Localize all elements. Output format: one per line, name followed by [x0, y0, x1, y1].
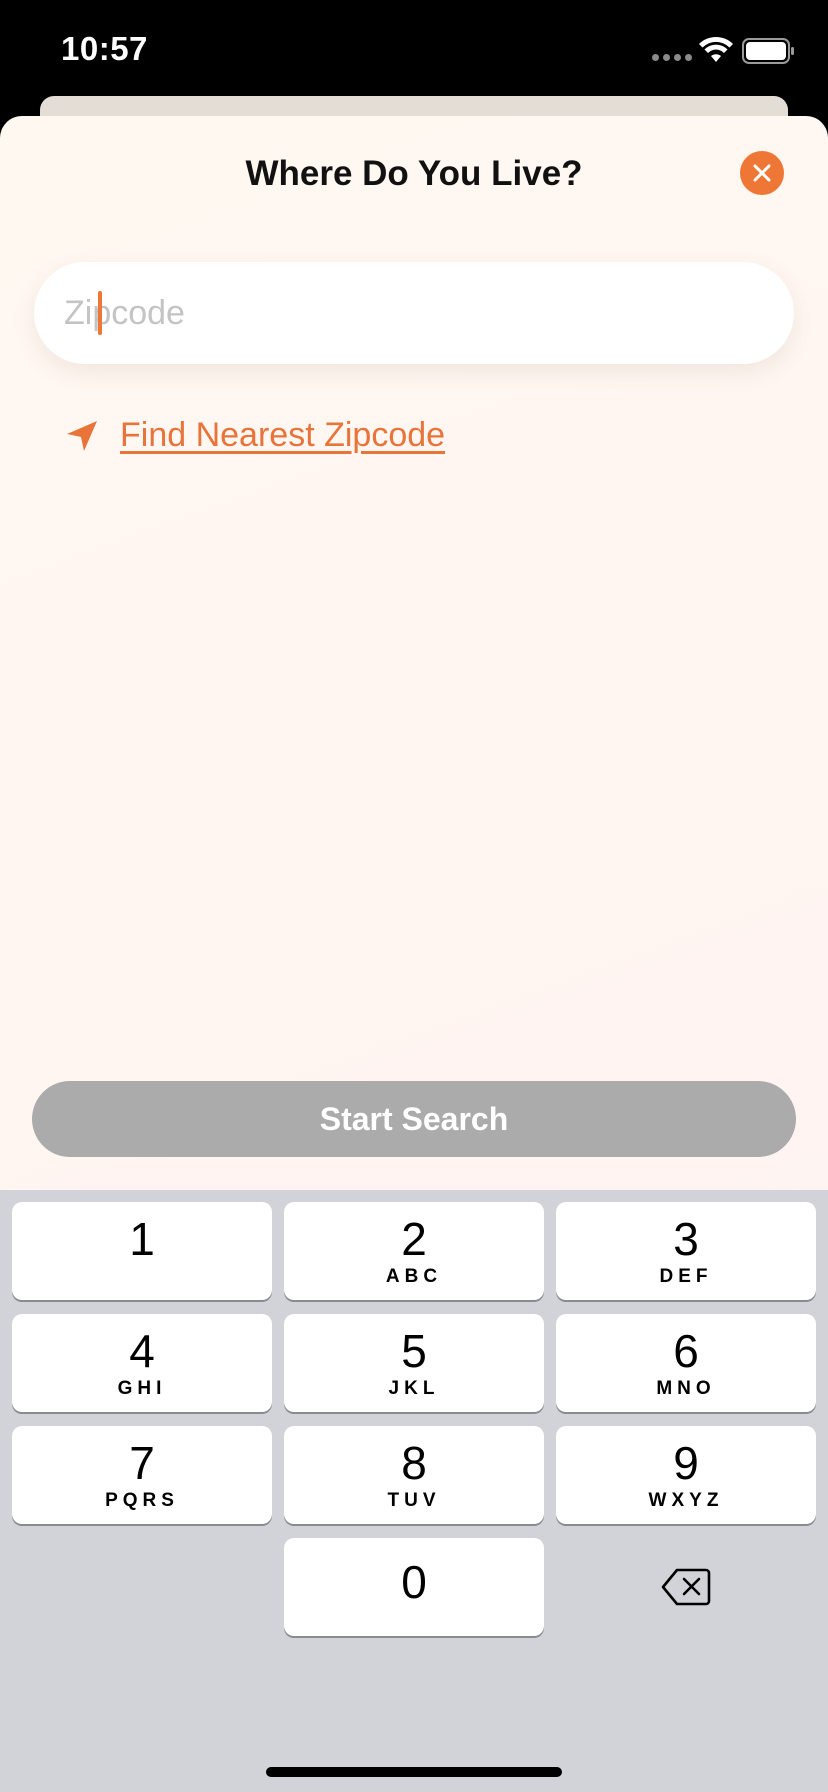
- key-number: 3: [673, 1213, 699, 1265]
- key-number: 5: [401, 1325, 427, 1377]
- key-6[interactable]: 6 MNO: [556, 1314, 816, 1412]
- home-indicator[interactable]: [266, 1767, 562, 1777]
- close-icon: [753, 164, 771, 182]
- key-number: 8: [401, 1437, 427, 1489]
- text-caret: [98, 291, 102, 335]
- delete-backward-icon: [661, 1568, 711, 1606]
- numeric-keyboard: 1 2 ABC 3 DEF 4 GHI 5 JKL 6 MNO 7 PQRS 8…: [0, 1190, 828, 1792]
- key-letters: GHI: [117, 1378, 167, 1399]
- zipcode-input[interactable]: [64, 262, 764, 364]
- key-5[interactable]: 5 JKL: [284, 1314, 544, 1412]
- wifi-icon: [699, 36, 733, 62]
- key-9[interactable]: 9 WXYZ: [556, 1426, 816, 1524]
- key-letters: TUV: [387, 1490, 441, 1511]
- key-number: 7: [129, 1437, 155, 1489]
- key-7[interactable]: 7 PQRS: [12, 1426, 272, 1524]
- key-2[interactable]: 2 ABC: [284, 1202, 544, 1300]
- delete-key[interactable]: [556, 1538, 816, 1636]
- key-0[interactable]: 0: [284, 1538, 544, 1636]
- key-8[interactable]: 8 TUV: [284, 1426, 544, 1524]
- find-nearest-zipcode-link[interactable]: Find Nearest Zipcode: [64, 416, 445, 455]
- key-letters: PQRS: [105, 1490, 179, 1511]
- key-number: 2: [401, 1213, 427, 1265]
- key-number: 4: [129, 1325, 155, 1377]
- zipcode-field[interactable]: [34, 262, 794, 364]
- key-number: 0: [401, 1556, 427, 1608]
- key-number: 9: [673, 1437, 699, 1489]
- battery-icon: [742, 38, 794, 64]
- key-number: 6: [673, 1325, 699, 1377]
- start-search-button[interactable]: Start Search: [32, 1081, 796, 1157]
- status-bar: 10:57: [0, 0, 828, 100]
- status-time: 10:57: [61, 30, 148, 67]
- key-4[interactable]: 4 GHI: [12, 1314, 272, 1412]
- key-letters: DEF: [659, 1266, 713, 1287]
- location-arrow-icon: [67, 420, 97, 451]
- find-nearest-zipcode-label[interactable]: Find Nearest Zipcode: [120, 416, 445, 455]
- key-3[interactable]: 3 DEF: [556, 1202, 816, 1300]
- key-letters: MNO: [656, 1378, 716, 1399]
- key-letters: WXYZ: [648, 1490, 724, 1511]
- key-letters: JKL: [388, 1378, 440, 1399]
- key-number: 1: [129, 1213, 155, 1265]
- key-1[interactable]: 1: [12, 1202, 272, 1300]
- sheet-title: Where Do You Live?: [245, 154, 583, 193]
- close-button[interactable]: [740, 151, 784, 195]
- key-letters: ABC: [385, 1266, 443, 1287]
- cellular-signal-icon: [652, 54, 692, 61]
